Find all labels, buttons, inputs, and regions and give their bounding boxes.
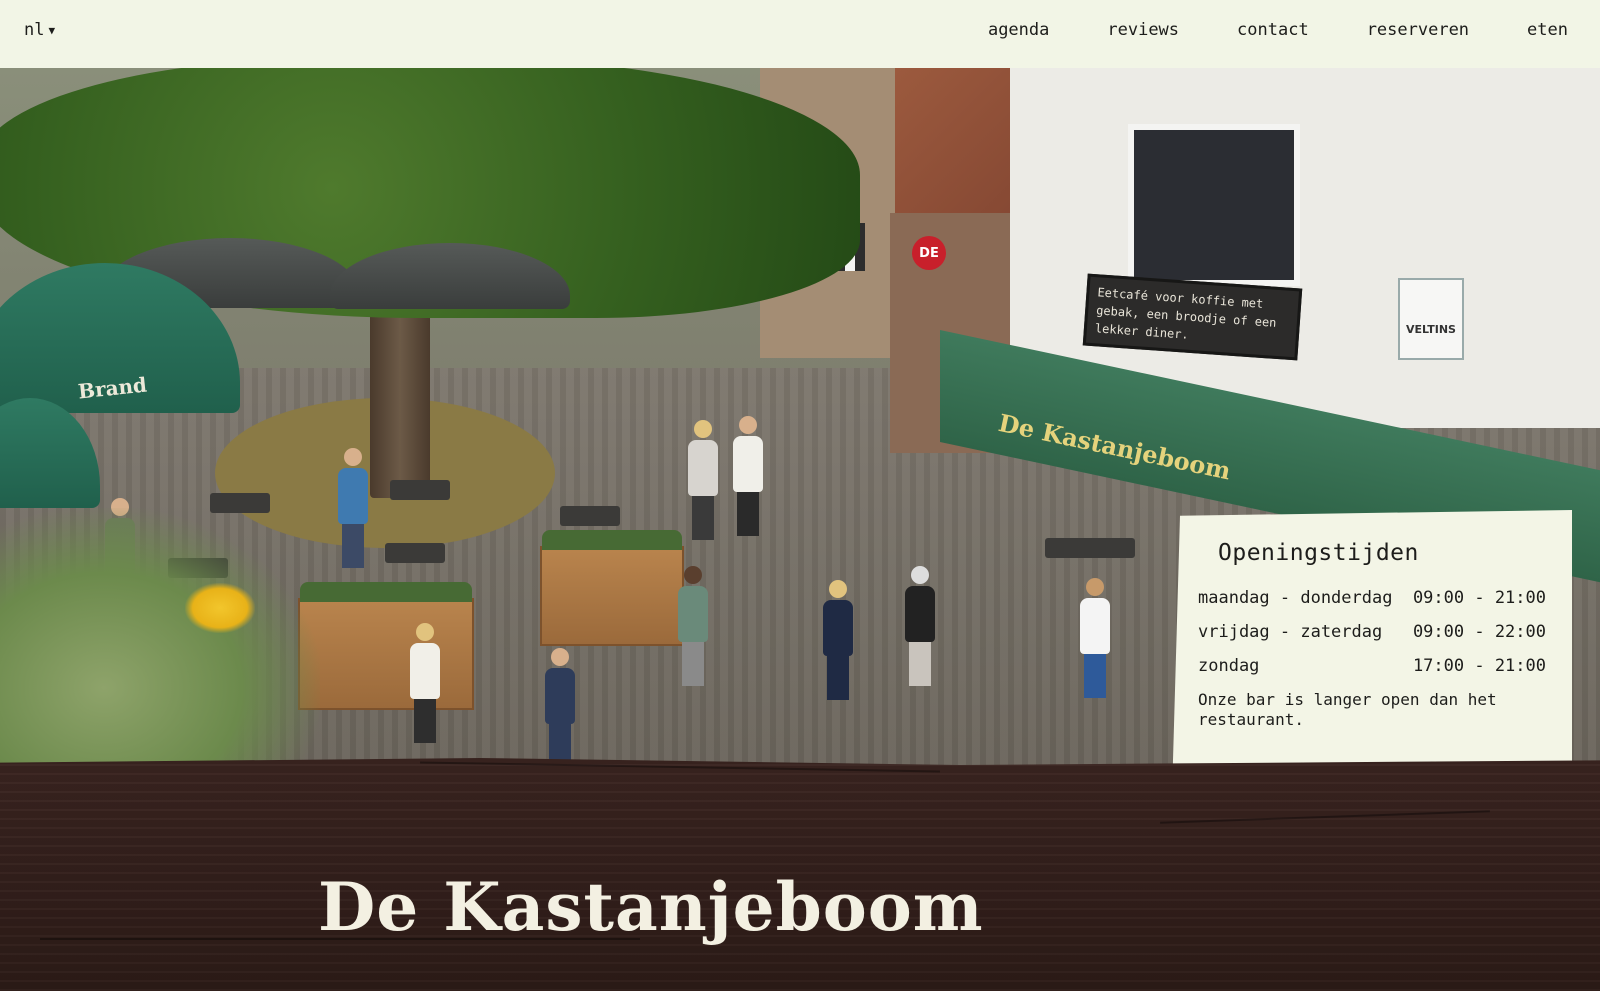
hours-day: zondag — [1198, 656, 1260, 676]
yellow-flower — [185, 583, 255, 633]
terrace-table — [560, 506, 620, 526]
language-selector[interactable]: nl ▼ — [24, 20, 55, 40]
de-sign: DE — [912, 236, 946, 270]
pedestrian — [410, 623, 440, 743]
pedestrian — [733, 416, 763, 536]
nav-link-agenda[interactable]: agenda — [988, 20, 1049, 40]
planter-plants — [300, 582, 472, 602]
opening-hours-card: Openingstijden maandag - donderdag 09:00… — [1172, 510, 1572, 798]
planter-plants — [542, 530, 682, 550]
nav-link-reviews[interactable]: reviews — [1107, 20, 1179, 40]
chalkboard-sign: Eetcafé voor koffie met gebak, een brood… — [1082, 273, 1303, 361]
hours-row: vrijdag - zaterdag 09:00 - 22:00 — [1198, 622, 1546, 642]
hours-note: Onze bar is langer open dan het restaura… — [1198, 690, 1497, 729]
pedestrian — [688, 420, 718, 540]
site-header: nl ▼ agenda reviews contact reserveren e… — [0, 0, 1600, 68]
chevron-down-icon: ▼ — [48, 23, 56, 37]
pedestrian — [823, 580, 853, 700]
wood-crack — [1160, 810, 1490, 824]
nav-link-eten[interactable]: eten — [1527, 20, 1568, 40]
terrace-table — [390, 480, 450, 500]
hours-row: maandag - donderdag 09:00 - 21:00 — [1198, 588, 1546, 608]
terrace-table — [385, 543, 445, 563]
hours-time: 17:00 - 21:00 — [1412, 656, 1546, 676]
language-label: nl — [24, 20, 45, 40]
hours-time: 09:00 - 22:00 — [1412, 622, 1546, 642]
pedestrian — [905, 566, 935, 686]
hours-row: zondag 17:00 - 21:00 — [1198, 656, 1546, 676]
wooden-planter — [540, 530, 684, 646]
veltins-sign: VELTINS — [1398, 278, 1464, 360]
nav-link-contact[interactable]: contact — [1237, 20, 1309, 40]
pedestrian — [1080, 578, 1110, 698]
wooden-planter — [298, 582, 474, 710]
terrace-table — [1045, 538, 1135, 558]
hours-day: maandag - donderdag — [1198, 588, 1393, 608]
opening-hours-title: Openingstijden — [1218, 540, 1419, 566]
foreground-plant — [0, 508, 320, 768]
pedestrian — [678, 566, 708, 686]
pedestrian — [545, 648, 575, 768]
site-title: De Kastanjeboom — [318, 868, 984, 946]
hours-time: 09:00 - 21:00 — [1412, 588, 1546, 608]
hours-day: vrijdag - zaterdag — [1198, 622, 1383, 642]
building-window — [1128, 124, 1300, 286]
pedestrian — [338, 448, 368, 568]
main-nav: agenda reviews contact reserveren eten — [988, 20, 1568, 40]
nav-link-reserveren[interactable]: reserveren — [1367, 20, 1469, 40]
